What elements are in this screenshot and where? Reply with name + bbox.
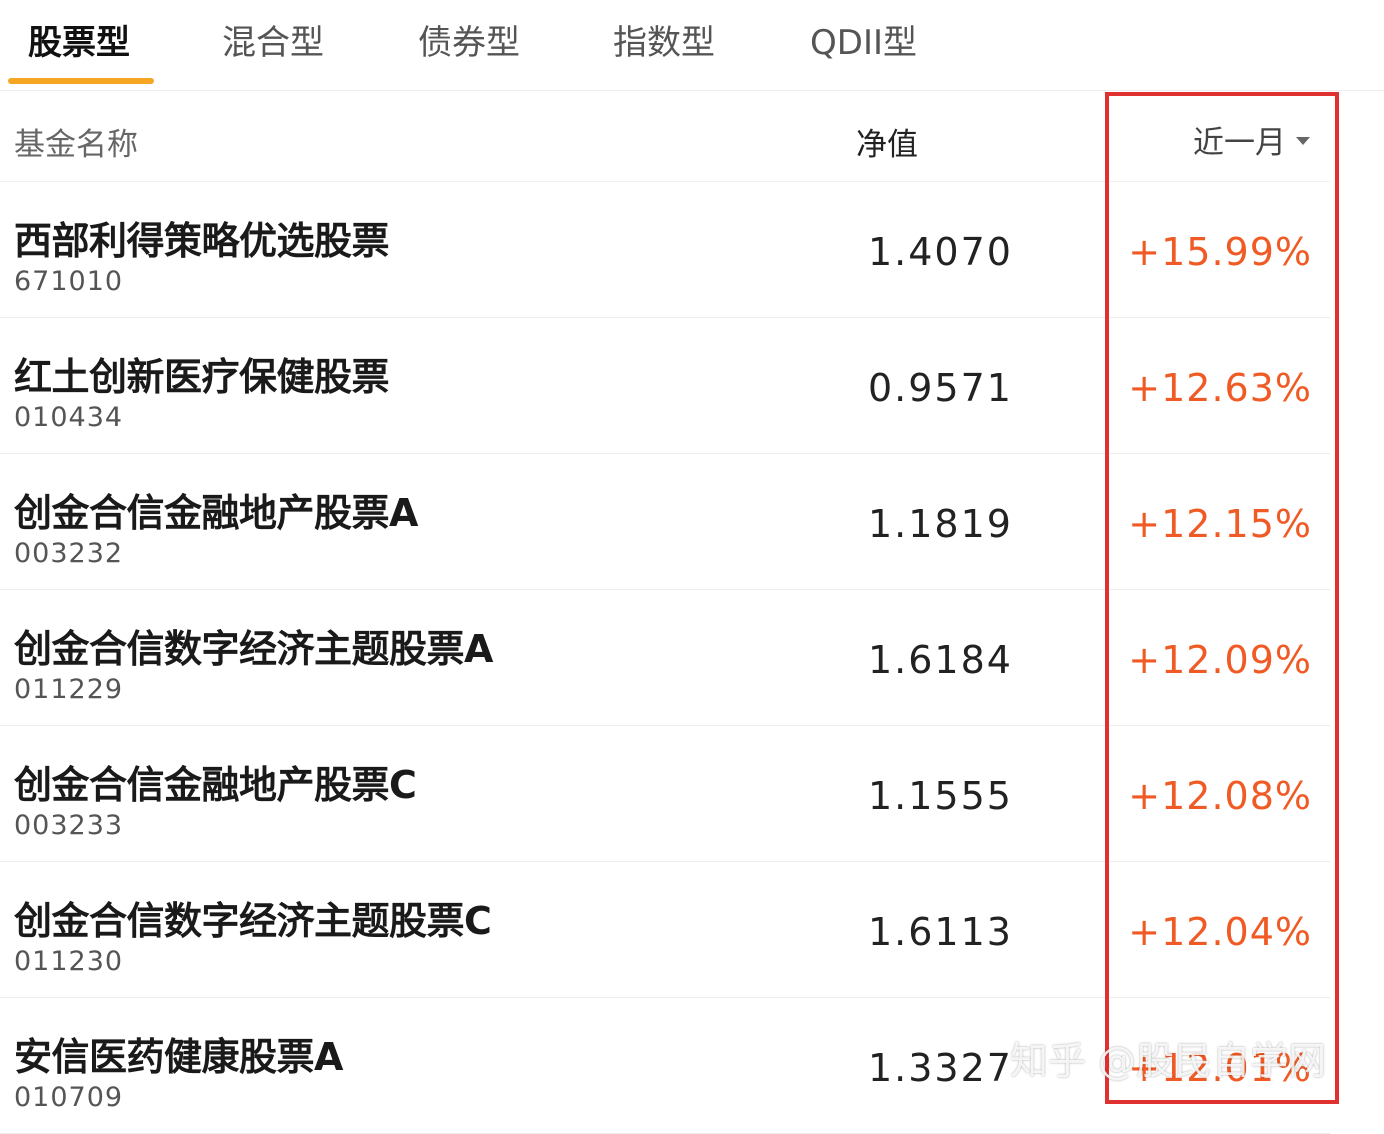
fund-change: +12.63% <box>1128 366 1312 410</box>
fund-row[interactable]: 红土创新医疗保健股票 010434 0.9571 +12.63% <box>0 318 1330 454</box>
table-header: 基金名称 净值 近一月 <box>0 91 1330 182</box>
fund-row[interactable]: 创金合信金融地产股票A 003232 1.1819 +12.15% <box>0 454 1330 590</box>
fund-name: 西部利得策略优选股票 <box>14 219 390 263</box>
fund-nav: 1.3327 <box>868 1046 1013 1090</box>
fund-change: +12.01% <box>1128 1046 1312 1090</box>
fund-code: 003233 <box>14 810 124 841</box>
fund-nav: 1.6184 <box>868 638 1013 682</box>
fund-code: 010434 <box>14 402 124 433</box>
active-tab-indicator <box>8 78 154 84</box>
tab-stock[interactable]: 股票型 <box>28 20 130 70</box>
fund-row[interactable]: 西部利得策略优选股票 671010 1.4070 +15.99% <box>0 182 1330 318</box>
caret-down-icon <box>1296 136 1310 145</box>
fund-name: 红土创新医疗保健股票 <box>14 355 390 399</box>
fund-nav: 1.1819 <box>868 502 1013 546</box>
fund-row[interactable]: 安信医药健康股票A 010709 1.3327 +12.01% <box>0 998 1330 1134</box>
tab-index[interactable]: 指数型 <box>613 20 715 70</box>
fund-name: 安信医药健康股票A <box>14 1035 343 1079</box>
fund-nav: 1.4070 <box>868 230 1013 274</box>
fund-code: 011230 <box>14 946 124 977</box>
fund-name: 创金合信数字经济主题股票C <box>14 899 492 943</box>
fund-name: 创金合信金融地产股票A <box>14 491 418 535</box>
tab-mixed[interactable]: 混合型 <box>222 20 324 70</box>
fund-list: 西部利得策略优选股票 671010 1.4070 +15.99% 红土创新医疗保… <box>0 182 1330 1134</box>
fund-change: +12.08% <box>1128 774 1312 818</box>
fund-code: 003232 <box>14 538 124 569</box>
column-header-nav[interactable]: 净值 <box>856 119 918 164</box>
tab-bond[interactable]: 债券型 <box>418 20 520 70</box>
fund-code: 011229 <box>14 674 124 705</box>
fund-change: +15.99% <box>1128 230 1312 274</box>
fund-code: 010709 <box>14 1082 124 1113</box>
fund-change: +12.09% <box>1128 638 1312 682</box>
fund-row[interactable]: 创金合信数字经济主题股票C 011230 1.6113 +12.04% <box>0 862 1330 998</box>
period-sort-dropdown[interactable]: 近一月 <box>1193 117 1310 162</box>
fund-nav: 0.9571 <box>868 366 1013 410</box>
fund-name: 创金合信数字经济主题股票A <box>14 627 493 671</box>
fund-change: +12.04% <box>1128 910 1312 954</box>
fund-code: 671010 <box>14 266 124 297</box>
fund-row[interactable]: 创金合信数字经济主题股票A 011229 1.6184 +12.09% <box>0 590 1330 726</box>
fund-row[interactable]: 创金合信金融地产股票C 003233 1.1555 +12.08% <box>0 726 1330 862</box>
fund-type-tabs: 股票型 混合型 债券型 指数型 QDII型 <box>0 0 1384 91</box>
tab-qdii[interactable]: QDII型 <box>810 20 917 70</box>
fund-nav: 1.1555 <box>868 774 1013 818</box>
column-header-fund-name: 基金名称 <box>14 127 138 163</box>
fund-name: 创金合信金融地产股票C <box>14 763 417 807</box>
fund-change: +12.15% <box>1128 502 1312 546</box>
period-sort-label: 近一月 <box>1193 125 1286 161</box>
fund-nav: 1.6113 <box>868 910 1013 954</box>
